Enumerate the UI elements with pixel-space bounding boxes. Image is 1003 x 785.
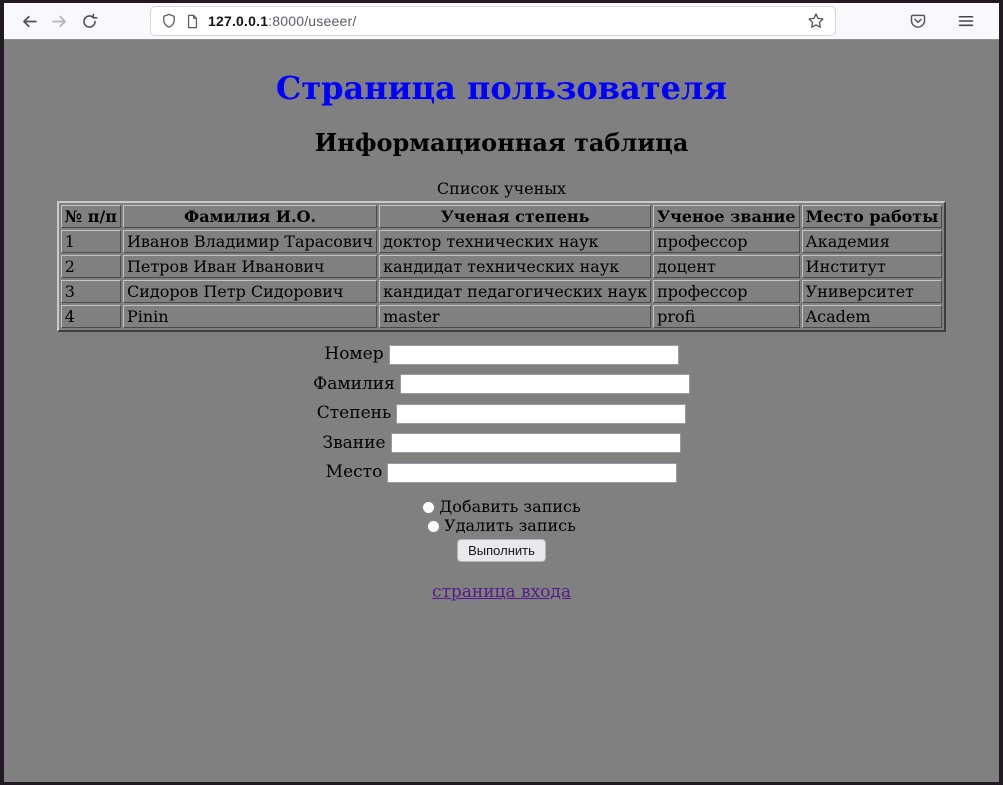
delete-record-radio[interactable] — [427, 520, 440, 533]
radio-row-delete: Удалить запись — [12, 516, 991, 535]
rank-input[interactable] — [391, 433, 681, 453]
col-header-number: № п/п — [61, 205, 121, 228]
page-icon[interactable] — [185, 14, 200, 29]
menu-icon — [957, 12, 975, 30]
url-path: :8000/useeer/ — [268, 13, 356, 29]
table-row: 1 Иванов Владимир Тарасович доктор техни… — [61, 230, 943, 253]
url-bar[interactable]: 127.0.0.1:8000/useeer/ — [150, 6, 836, 36]
forward-button[interactable] — [44, 6, 74, 36]
record-form: Номер Фамилия Степень Звание Место Добав… — [12, 344, 991, 562]
toolbar-right-tools — [903, 6, 987, 36]
delete-record-label: Удалить запись — [444, 516, 576, 535]
page-content: Страница пользователя Информационная таб… — [4, 40, 999, 782]
pocket-icon — [909, 12, 927, 30]
bookmark-button[interactable] — [803, 8, 829, 34]
table-row: 2 Петров Иван Иванович кандидат техничес… — [61, 255, 943, 278]
cell-rank: доцент — [653, 255, 799, 278]
cell-rank: профессор — [653, 230, 799, 253]
form-row-degree: Степень — [12, 403, 991, 424]
form-row-rank: Звание — [12, 433, 991, 454]
radio-row-add: Добавить запись — [12, 497, 991, 516]
cell-number: 4 — [61, 305, 121, 328]
pocket-button[interactable] — [903, 6, 933, 36]
url-host: 127.0.0.1 — [208, 13, 268, 29]
reload-button[interactable] — [74, 6, 104, 36]
workplace-label: Место — [326, 462, 383, 482]
cell-number: 3 — [61, 280, 121, 303]
cell-workplace: Академия — [802, 230, 943, 253]
table-row: 3 Сидоров Петр Сидорович кандидат педаго… — [61, 280, 943, 303]
add-record-radio[interactable] — [422, 501, 435, 514]
cell-degree: master — [379, 305, 651, 328]
cell-degree: доктор технических наук — [379, 230, 651, 253]
page-title: Страница пользователя — [12, 69, 991, 107]
add-record-label: Добавить запись — [439, 497, 580, 516]
surname-label: Фамилия — [313, 374, 395, 394]
cell-name: Петров Иван Иванович — [123, 255, 377, 278]
login-link-row: страница входа — [12, 582, 991, 602]
cell-rank: profi — [653, 305, 799, 328]
cell-number: 2 — [61, 255, 121, 278]
cell-workplace: Институт — [802, 255, 943, 278]
col-header-workplace: Место работы — [802, 205, 943, 228]
scholars-table: Список ученых № п/п Фамилия И.О. Ученая … — [57, 179, 947, 332]
col-header-rank: Ученое звание — [653, 205, 799, 228]
surname-input[interactable] — [400, 374, 690, 394]
forward-icon — [51, 13, 68, 30]
form-row-workplace: Место — [12, 462, 991, 483]
page-subtitle: Информационная таблица — [12, 128, 991, 157]
menu-button[interactable] — [951, 6, 981, 36]
cell-degree: кандидат технических наук — [379, 255, 651, 278]
cell-name: Pinin — [123, 305, 377, 328]
reload-icon — [81, 13, 98, 30]
table-row: 4 Pinin master profi Academ — [61, 305, 943, 328]
cell-name: Иванов Владимир Тарасович — [123, 230, 377, 253]
cell-name: Сидоров Петр Сидорович — [123, 280, 377, 303]
operation-radio-group: Добавить запись Удалить запись — [12, 497, 991, 535]
back-icon — [21, 13, 38, 30]
cell-number: 1 — [61, 230, 121, 253]
table-header-row: № п/п Фамилия И.О. Ученая степень Ученое… — [61, 205, 943, 228]
shield-icon[interactable] — [161, 13, 177, 29]
form-row-number: Номер — [12, 344, 991, 365]
browser-window: 127.0.0.1:8000/useeer/ Страница пользова… — [0, 0, 1003, 785]
workplace-input[interactable] — [387, 463, 677, 483]
form-row-surname: Фамилия — [12, 374, 991, 395]
login-page-link[interactable]: страница входа — [432, 582, 571, 602]
bookmark-star-icon — [807, 12, 825, 30]
cell-rank: профессор — [653, 280, 799, 303]
rank-label: Звание — [322, 433, 385, 453]
url-text: 127.0.0.1:8000/useeer/ — [208, 13, 356, 29]
degree-input[interactable] — [396, 404, 686, 424]
col-header-name: Фамилия И.О. — [123, 205, 377, 228]
number-label: Номер — [324, 344, 383, 364]
degree-label: Степень — [317, 403, 391, 423]
back-button[interactable] — [14, 6, 44, 36]
table-caption: Список ученых — [57, 179, 947, 201]
cell-workplace: Университет — [802, 280, 943, 303]
cell-workplace: Academ — [802, 305, 943, 328]
number-input[interactable] — [389, 345, 679, 365]
execute-button[interactable]: Выполнить — [457, 539, 546, 562]
col-header-degree: Ученая степень — [379, 205, 651, 228]
cell-degree: кандидат педагогических наук — [379, 280, 651, 303]
browser-toolbar: 127.0.0.1:8000/useeer/ — [4, 3, 999, 40]
